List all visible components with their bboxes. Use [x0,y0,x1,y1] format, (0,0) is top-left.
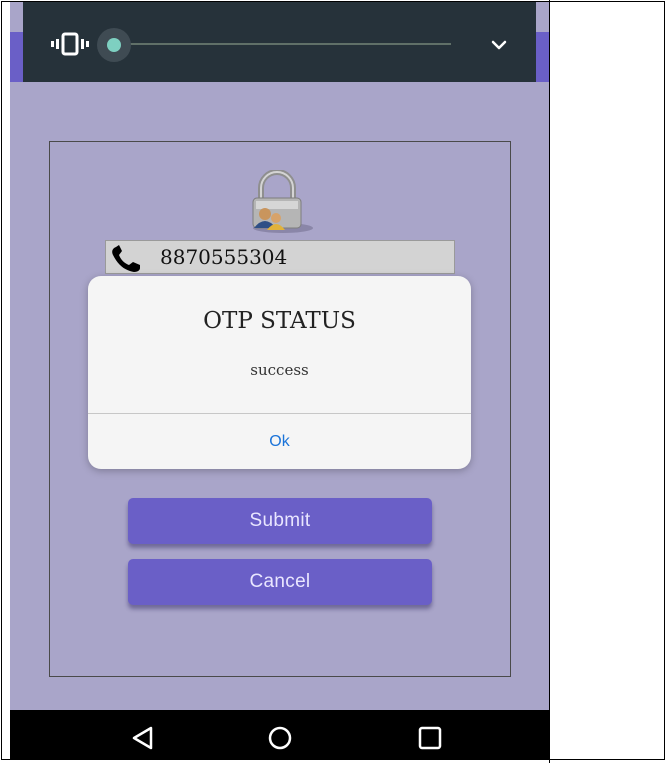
phone-screen: 8870555304 Submit Cancel OTP STATUS succ… [10,2,549,760]
otp-status-dialog: OTP STATUS success Ok [88,276,471,469]
submit-button[interactable]: Submit [128,498,432,544]
vibrate-icon[interactable] [51,32,91,56]
dialog-title: OTP STATUS [203,308,356,334]
phone-number-value: 8870555304 [160,245,288,269]
frame-divider [549,0,550,763]
phone-number-field[interactable]: 8870555304 [105,240,455,274]
recents-icon[interactable] [415,723,445,753]
phone-icon [112,245,140,272]
dialog-message: success [250,361,309,379]
back-icon[interactable] [128,723,158,753]
lock-users-icon [252,170,313,233]
home-icon[interactable] [265,723,295,753]
chevron-down-icon[interactable] [488,34,510,56]
volume-slider-thumb[interactable] [107,38,121,52]
volume-panel [23,2,536,82]
cancel-button[interactable]: Cancel [128,559,432,605]
dialog-ok-button[interactable]: Ok [88,414,471,469]
volume-slider-track[interactable] [115,43,451,45]
navigation-bar [10,710,549,760]
